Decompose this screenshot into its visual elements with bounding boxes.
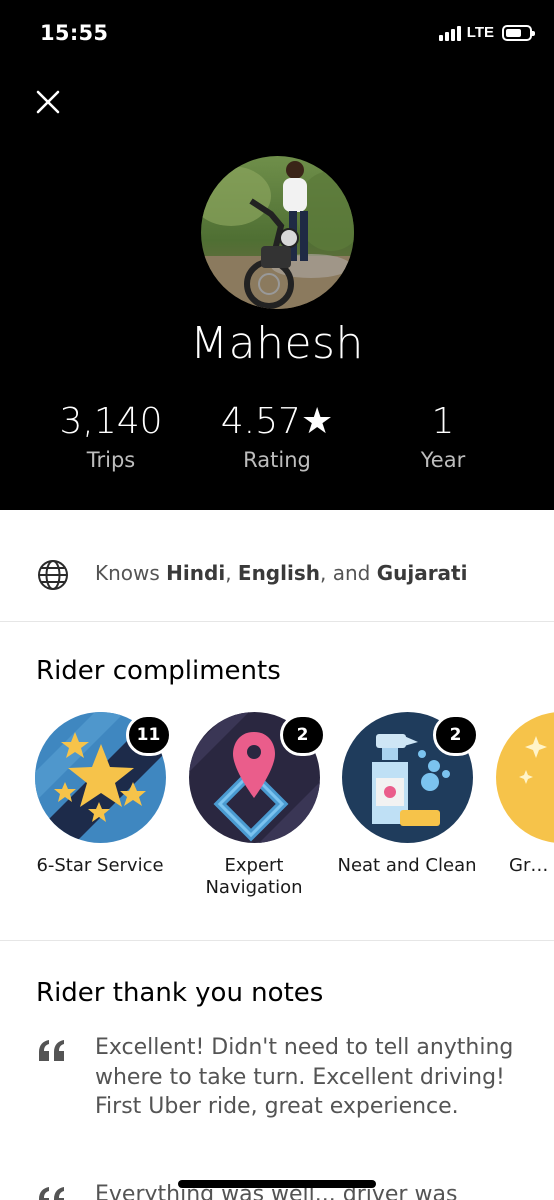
- status-time: 15:55: [40, 21, 109, 45]
- driver-name: Mahesh: [190, 318, 364, 369]
- quote-icon: [39, 1187, 64, 1200]
- note-text: Excellent! Didn't need to tell anything …: [95, 1035, 514, 1119]
- section-divider: [0, 940, 554, 941]
- compliment-card[interactable]: Gr… Ame…: [476, 712, 554, 877]
- signal-icon: [438, 25, 461, 41]
- stat-years: 1 Year: [343, 400, 543, 472]
- compliment-count-badge: 11: [125, 714, 172, 756]
- compliment-label: Gr… Ame…: [509, 855, 554, 876]
- language-english: English: [237, 561, 320, 585]
- battery-icon: [502, 24, 535, 41]
- driver-avatar: [201, 156, 354, 309]
- network-type: LTE: [466, 24, 494, 41]
- notes-title: Rider thank you notes: [36, 978, 324, 1008]
- compliments-title: Rider compliments: [36, 656, 281, 686]
- sparkle-icon: [495, 712, 554, 843]
- language-hindi: Hindi: [166, 561, 226, 585]
- close-button[interactable]: [32, 86, 64, 118]
- stat-value: 1: [431, 401, 455, 442]
- compliment-label: Neat and Clean: [337, 855, 477, 876]
- language-gujarati: Gujarati: [376, 561, 468, 585]
- languages-separator: , and: [319, 561, 371, 585]
- languages-row: Knows Hindi, English, and Gujarati: [0, 510, 554, 622]
- quote-icon: [39, 1040, 64, 1061]
- compliment-card[interactable]: 2 Neat and Clean: [322, 712, 492, 877]
- globe-icon: [38, 560, 68, 590]
- languages-prefix: Knows: [95, 561, 160, 585]
- compliment-count-badge: 2: [432, 714, 479, 756]
- compliment-count-badge: 2: [279, 714, 326, 756]
- languages-text: Knows Hindi, English, and Gujarati: [95, 561, 467, 585]
- languages-separator: ,: [225, 561, 232, 585]
- compliment-card[interactable]: 2 Expert Navigation: [169, 712, 339, 899]
- compliments-carousel[interactable]: 11 6-Star Service 2 Expert Navigation 2 …: [0, 712, 554, 922]
- compliment-card[interactable]: 11 6-Star Service: [15, 712, 185, 877]
- close-icon: [36, 90, 60, 114]
- driver-profile-header: 15:55 LTE Mahesh 3,140 Trips 4.57★ Ratin…: [0, 0, 554, 510]
- compliment-label: Expert Navigation: [205, 855, 303, 898]
- status-indicators: LTE: [438, 24, 535, 41]
- home-indicator[interactable]: [178, 1180, 376, 1188]
- stat-label: Year: [420, 448, 466, 472]
- compliment-label: 6-Star Service: [36, 855, 164, 876]
